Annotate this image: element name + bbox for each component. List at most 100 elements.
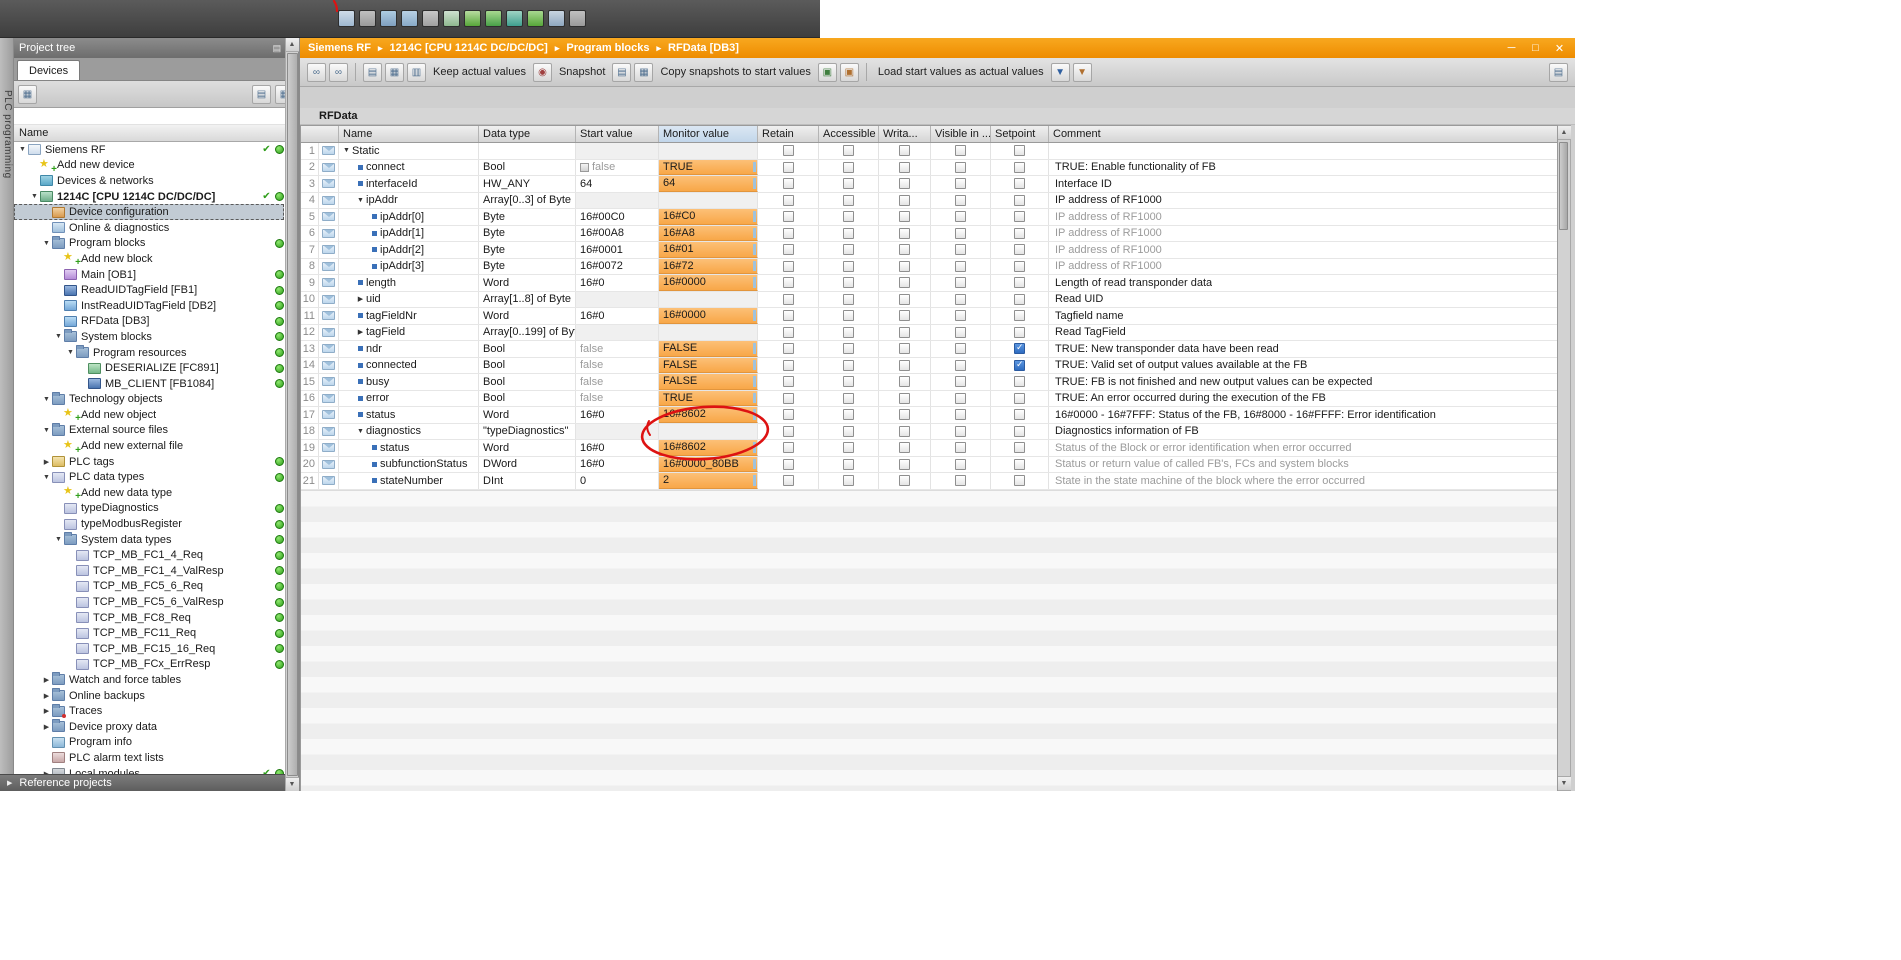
- comment-cell[interactable]: IP address of RF1000: [1049, 226, 1162, 242]
- setpoint-checkbox[interactable]: [1014, 343, 1025, 354]
- data-type-cell[interactable]: Bool: [479, 374, 576, 390]
- setpoint-checkbox[interactable]: [1014, 327, 1025, 338]
- writable-checkbox[interactable]: [899, 162, 910, 173]
- setpoint-checkbox[interactable]: [1014, 162, 1025, 173]
- expand-arrow-icon[interactable]: ▼: [17, 146, 28, 153]
- tree-item[interactable]: InstReadUIDTagField [DB2]: [14, 298, 284, 314]
- retain-checkbox[interactable]: [783, 376, 794, 387]
- setpoint-checkbox[interactable]: [1014, 195, 1025, 206]
- data-type-cell[interactable]: Bool: [479, 160, 576, 176]
- header-comment[interactable]: Comment: [1049, 126, 1557, 142]
- monitor-value-cell[interactable]: [659, 325, 758, 341]
- retain-checkbox[interactable]: [783, 459, 794, 470]
- comment-cell[interactable]: State in the state machine of the block …: [1049, 473, 1365, 489]
- monitor-value-cell[interactable]: 16#A8: [659, 226, 758, 242]
- variable-name-cell[interactable]: stateNumber: [339, 473, 479, 489]
- comment-cell[interactable]: TRUE: New transponder data have been rea…: [1049, 341, 1279, 357]
- data-type-cell[interactable]: Byte: [479, 226, 576, 242]
- start-value-cell[interactable]: 16#0: [576, 275, 659, 291]
- expand-arrow-icon[interactable]: [355, 412, 366, 417]
- tree-item[interactable]: TCP_MB_FC5_6_Req: [14, 579, 284, 595]
- writable-checkbox[interactable]: [899, 145, 910, 156]
- writable-checkbox[interactable]: [899, 376, 910, 387]
- tree-item[interactable]: Device configuration: [14, 204, 284, 220]
- tree-item[interactable]: Program info: [14, 735, 284, 751]
- expand-arrow-icon[interactable]: [355, 379, 366, 384]
- tree-item[interactable]: Add new object: [14, 407, 284, 423]
- setpoint-checkbox[interactable]: [1014, 376, 1025, 387]
- toolbar-icon[interactable]: [527, 10, 544, 27]
- toolbar-icon[interactable]: [401, 10, 418, 27]
- start-value-cell[interactable]: false: [576, 160, 659, 176]
- breadcrumb-project[interactable]: Siemens RF: [308, 42, 371, 54]
- monitor-value-cell[interactable]: 16#8602: [659, 440, 758, 456]
- scroll-down-icon[interactable]: ▼: [1558, 776, 1571, 790]
- start-value-cell[interactable]: false: [576, 391, 659, 407]
- table-row[interactable]: 13 ndr Bool false FALSE TRUE: New transp…: [301, 341, 1557, 358]
- visible-checkbox[interactable]: [955, 409, 966, 420]
- monitor-value-cell[interactable]: 16#0000_80BB: [659, 457, 758, 473]
- expand-arrow-icon[interactable]: [355, 280, 366, 285]
- tree-item[interactable]: ▼ Siemens RF ✔: [14, 142, 284, 158]
- expand-arrow-icon[interactable]: [355, 181, 366, 186]
- toolbar-icon[interactable]: [485, 10, 502, 27]
- expand-arrow-icon[interactable]: [369, 247, 380, 252]
- variable-name-cell[interactable]: interfaceId: [339, 176, 479, 192]
- data-type-cell[interactable]: Bool: [479, 358, 576, 374]
- tree-item[interactable]: Add new external file: [14, 438, 284, 454]
- toolbar-icon[interactable]: [443, 10, 460, 27]
- variable-name-cell[interactable]: ▼ Static: [339, 143, 479, 159]
- toolbar-icon[interactable]: [380, 10, 397, 27]
- detail-view-icon[interactable]: ▤: [1549, 63, 1568, 82]
- retain-checkbox[interactable]: [783, 360, 794, 371]
- data-type-cell[interactable]: DWord: [479, 457, 576, 473]
- accessible-checkbox[interactable]: [843, 178, 854, 189]
- accessible-checkbox[interactable]: [843, 343, 854, 354]
- table-row[interactable]: 20 subfunctionStatus DWord 16#0 16#0000_…: [301, 457, 1557, 474]
- variable-name-cell[interactable]: ipAddr[3]: [339, 259, 479, 275]
- header-setpoint[interactable]: Setpoint: [991, 126, 1049, 142]
- expand-arrow-icon[interactable]: [355, 346, 366, 351]
- retain-checkbox[interactable]: [783, 294, 794, 305]
- tree-item[interactable]: ▼ PLC data types: [14, 469, 284, 485]
- visible-checkbox[interactable]: [955, 294, 966, 305]
- setpoint-checkbox[interactable]: [1014, 409, 1025, 420]
- writable-checkbox[interactable]: [899, 261, 910, 272]
- accessible-checkbox[interactable]: [843, 360, 854, 371]
- monitor-value-cell[interactable]: TRUE: [659, 391, 758, 407]
- editor-title-bar[interactable]: Siemens RF ▸ 1214C [CPU 1214C DC/DC/DC] …: [300, 38, 1575, 58]
- scroll-up-icon[interactable]: ▲: [286, 38, 299, 52]
- variable-name-cell[interactable]: error: [339, 391, 479, 407]
- tree-item[interactable]: MB_CLIENT [FB1084]: [14, 376, 284, 392]
- table-row[interactable]: 4 ▼ ipAddr Array[0..3] of Byte IP addres…: [301, 193, 1557, 210]
- table-row[interactable]: 14 connected Bool false FALSE TRUE: Vali…: [301, 358, 1557, 375]
- setpoint-checkbox[interactable]: [1014, 459, 1025, 470]
- table-scrollbar[interactable]: ▲ ▼: [1558, 125, 1571, 791]
- visible-checkbox[interactable]: [955, 393, 966, 404]
- variable-name-cell[interactable]: status: [339, 440, 479, 456]
- data-type-cell[interactable]: Array[0..199] of Byte: [479, 325, 576, 341]
- comment-cell[interactable]: TRUE: FB is not finished and new output …: [1049, 374, 1372, 390]
- retain-checkbox[interactable]: [783, 327, 794, 338]
- start-value-cell[interactable]: 16#00C0: [576, 209, 659, 225]
- accessible-checkbox[interactable]: [843, 162, 854, 173]
- table-row[interactable]: 17 status Word 16#0 16#8602 16#0000 - 16…: [301, 407, 1557, 424]
- comment-cell[interactable]: IP address of RF1000: [1049, 242, 1162, 258]
- expand-section-icon[interactable]: ▶: [7, 779, 12, 787]
- retain-checkbox[interactable]: [783, 195, 794, 206]
- variable-name-cell[interactable]: busy: [339, 374, 479, 390]
- tree-item[interactable]: ▶ Watch and force tables: [14, 672, 284, 688]
- table-row[interactable]: 11 tagFieldNr Word 16#0 16#0000 Tagfield…: [301, 308, 1557, 325]
- header-accessible[interactable]: Accessible f...: [819, 126, 879, 142]
- retain-checkbox[interactable]: [783, 228, 794, 239]
- expand-arrow-icon[interactable]: [355, 165, 366, 170]
- data-type-cell[interactable]: Bool: [479, 341, 576, 357]
- variable-name-cell[interactable]: ▼ diagnostics: [339, 424, 479, 440]
- writable-checkbox[interactable]: [899, 475, 910, 486]
- tree-item[interactable]: TCP_MB_FC15_16_Req: [14, 641, 284, 657]
- data-type-cell[interactable]: "typeDiagnostics": [479, 424, 576, 440]
- writable-checkbox[interactable]: [899, 277, 910, 288]
- data-type-cell[interactable]: Byte: [479, 209, 576, 225]
- retain-checkbox[interactable]: [783, 426, 794, 437]
- expand-arrow-icon[interactable]: ▼: [341, 147, 352, 154]
